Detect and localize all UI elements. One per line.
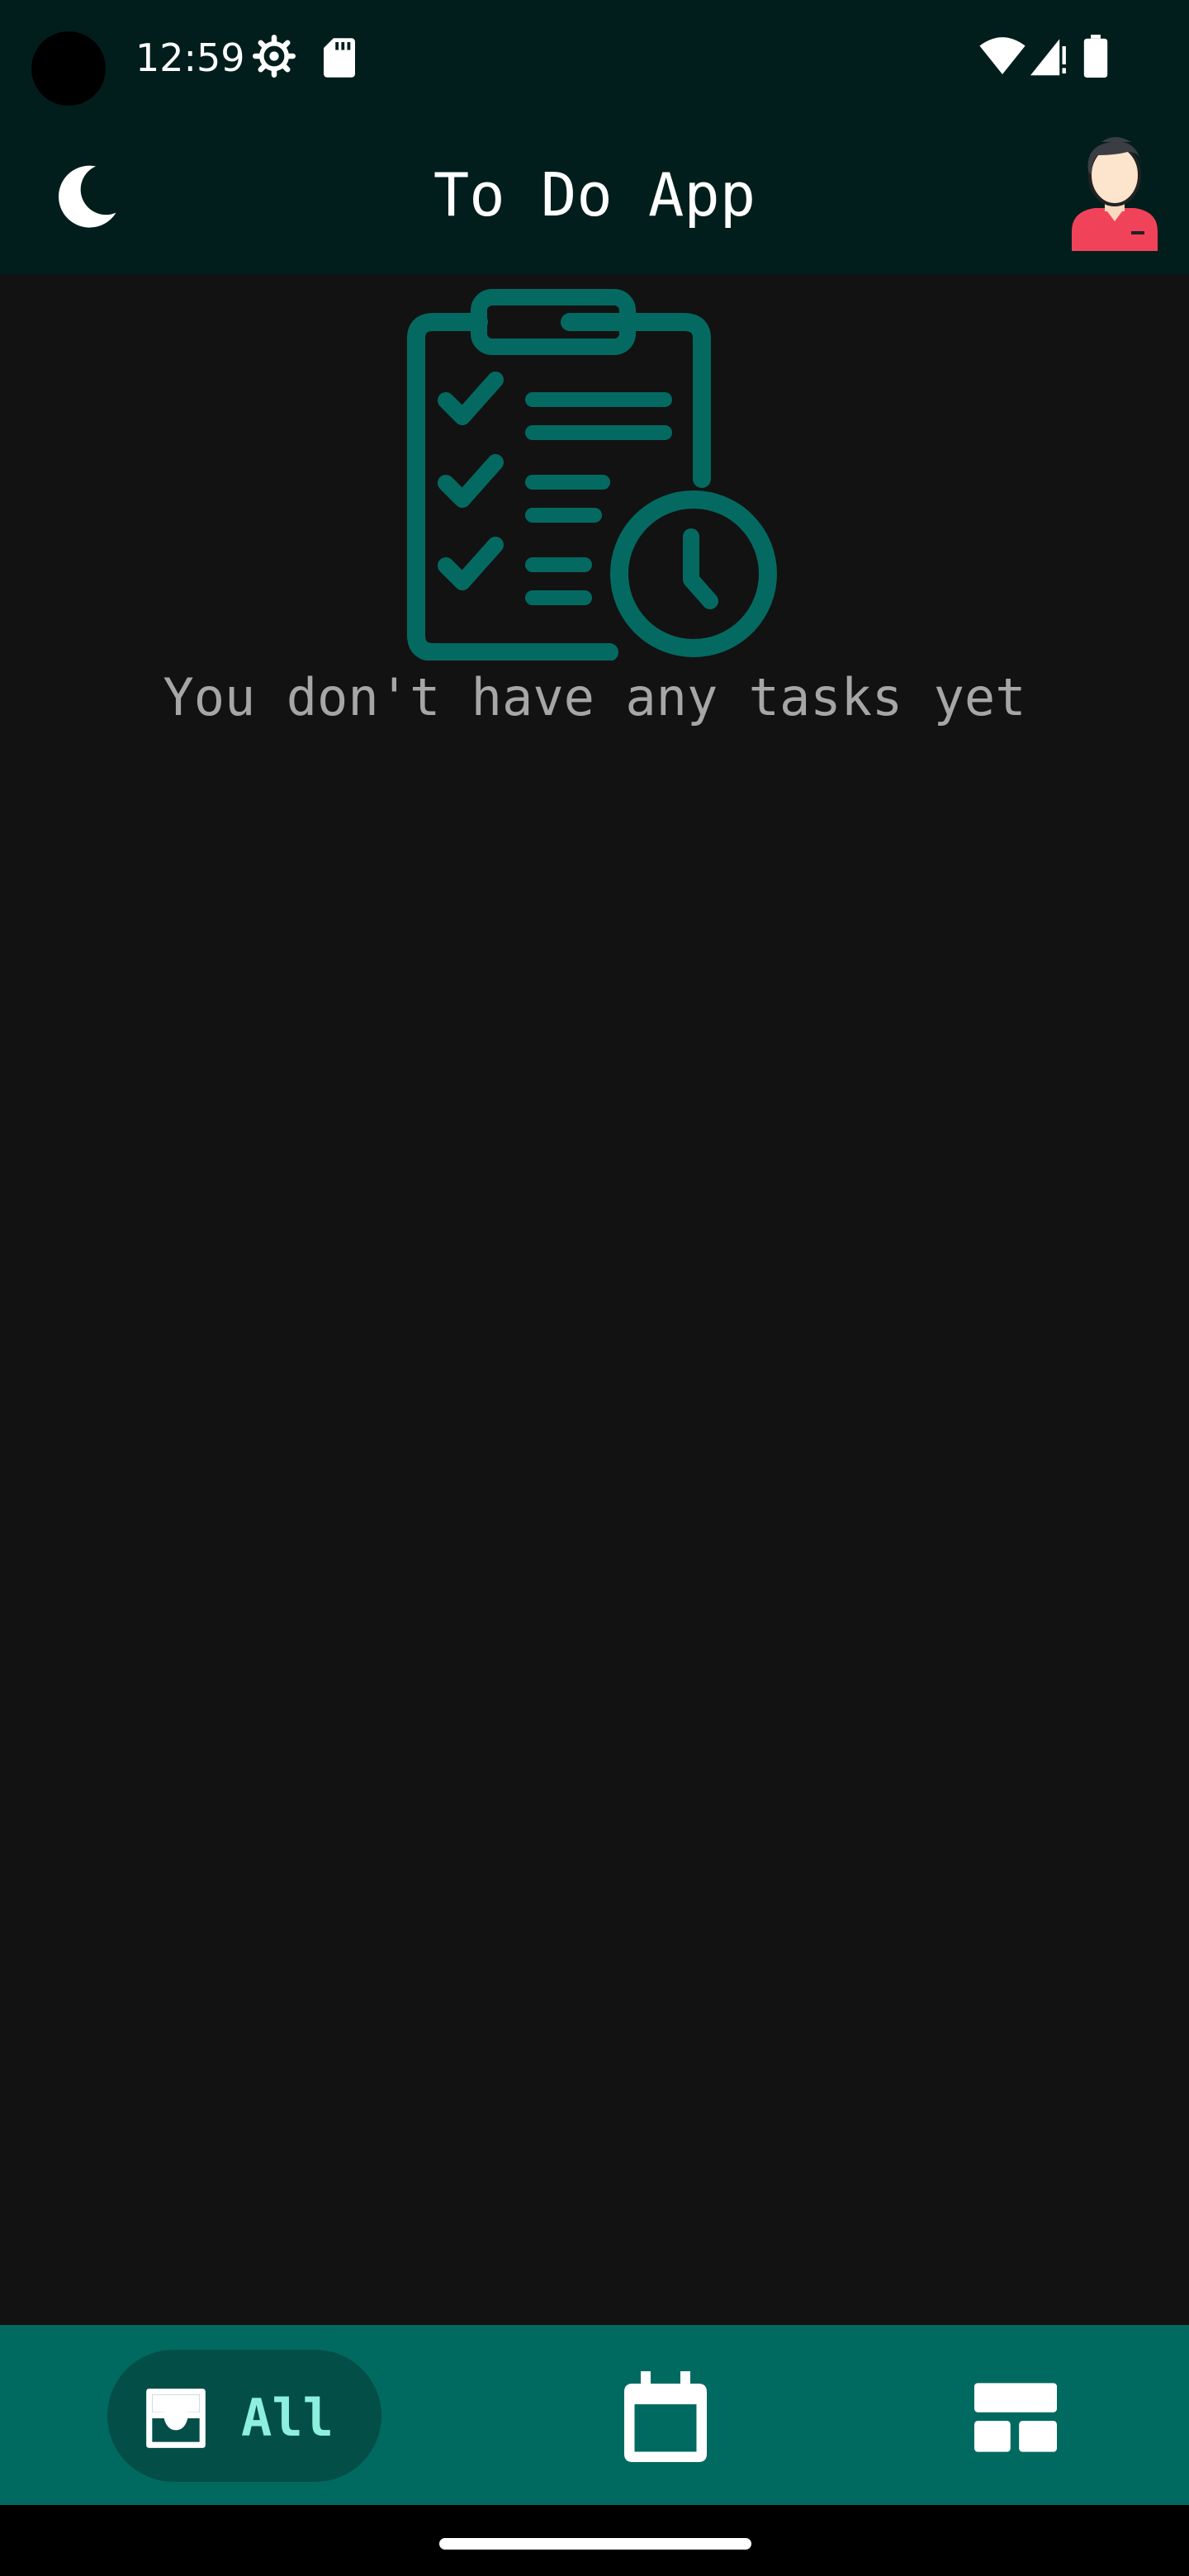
sd-card-icon (324, 38, 355, 78)
board-layout-icon[interactable] (974, 2383, 1057, 2452)
wifi-icon (979, 37, 1026, 74)
status-bar: 12:59 (0, 0, 1189, 116)
app-title: To Do App (433, 160, 756, 230)
app-bar: To Do App (0, 116, 1189, 274)
inbox-tray-icon (146, 2389, 206, 2448)
battery-icon (1083, 35, 1108, 78)
camera-cutout (31, 31, 106, 106)
gesture-navigation-area (0, 2505, 1189, 2576)
status-time: 12:59 (135, 36, 245, 80)
signal-icon (1030, 39, 1066, 76)
avatar-icon[interactable] (1065, 135, 1164, 251)
clipboard-checklist-clock-icon (407, 289, 777, 661)
home-indicator[interactable] (439, 2538, 751, 2550)
nav-tab-all[interactable]: All (107, 2350, 381, 2482)
calendar-icon[interactable] (624, 2371, 707, 2462)
empty-state-message: You don't have any tasks yet (163, 667, 1026, 727)
nav-tab-all-label: All (241, 2388, 334, 2448)
bottom-navigation: All (0, 2325, 1189, 2505)
settings-icon (253, 35, 296, 78)
